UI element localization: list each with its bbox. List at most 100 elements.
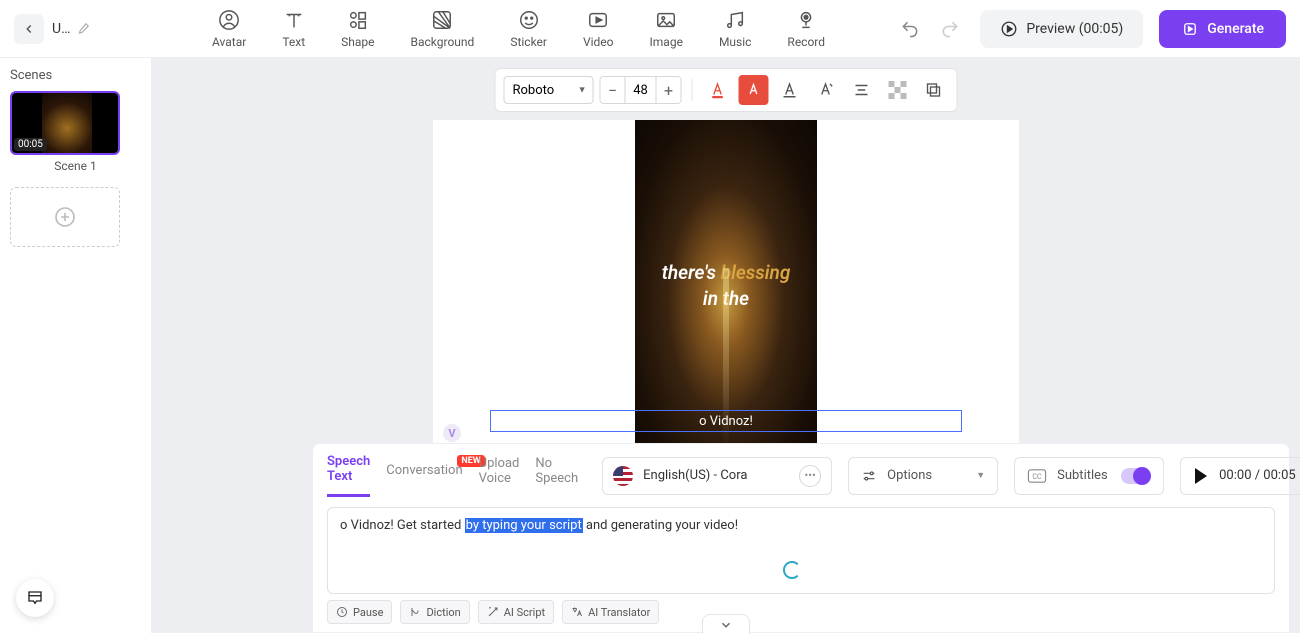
- tool-sticker[interactable]: Sticker: [510, 9, 547, 49]
- chevron-down-icon: ▼: [578, 85, 587, 96]
- collapse-handle[interactable]: [702, 614, 750, 634]
- tab-conversation[interactable]: Conversation NEW: [386, 463, 462, 488]
- layer-button[interactable]: [919, 75, 949, 105]
- generate-button[interactable]: Generate: [1159, 10, 1286, 48]
- layer-icon: [925, 81, 943, 99]
- chip-ai-script[interactable]: AI Script: [478, 600, 554, 624]
- font-select[interactable]: Roboto ▼: [504, 76, 594, 104]
- transparency-button[interactable]: [883, 75, 913, 105]
- tool-text[interactable]: Text: [282, 9, 305, 49]
- subtitles-toggle[interactable]: [1121, 468, 1151, 484]
- tool-label: Background: [411, 35, 475, 49]
- options-dropdown[interactable]: Options ▼: [848, 457, 998, 495]
- generate-icon: [1181, 20, 1199, 38]
- scenes-panel: Scenes 00:05 Scene 1: [0, 58, 152, 633]
- text-style1-button[interactable]: [775, 75, 805, 105]
- chevron-down-icon: ▼: [976, 470, 985, 481]
- caption-text: o Vidnoz!: [693, 414, 759, 429]
- tool-background[interactable]: Background: [411, 9, 475, 49]
- video-frame: there's blessing in the: [635, 120, 817, 448]
- chip-diction[interactable]: Diction: [400, 600, 469, 624]
- text-toolbar: Roboto ▼ − 48 +: [495, 68, 958, 112]
- text-color-icon: [709, 81, 727, 99]
- script-textarea[interactable]: o Vidnoz! Get started by typing your scr…: [327, 507, 1275, 594]
- align-button[interactable]: [847, 75, 877, 105]
- play-button[interactable]: [1195, 468, 1207, 484]
- text-color-button[interactable]: [703, 75, 733, 105]
- scene-thumbnail[interactable]: 00:05: [10, 91, 120, 155]
- chip-ai-translator[interactable]: AI Translator: [562, 600, 659, 624]
- voice-name: English(US) - Cora: [643, 468, 789, 483]
- tabs-row: Speech Text Conversation NEW Upload Voic…: [313, 444, 1289, 497]
- overlay-text: there's blessing in the: [635, 260, 817, 311]
- top-bar: U… Avatar Text Shape Background Sticker …: [0, 0, 1300, 58]
- decrease-size-button[interactable]: −: [601, 77, 625, 103]
- playtime: 00:00 / 00:05: [1219, 468, 1296, 483]
- script-highlight: by typing your script: [465, 518, 583, 533]
- font-name: Roboto: [513, 83, 555, 98]
- text-icon: [283, 9, 305, 31]
- divider: [692, 79, 693, 101]
- tool-strip: Avatar Text Shape Background Sticker Vid…: [212, 9, 825, 49]
- sticker-icon: [518, 9, 540, 31]
- record-icon: [795, 9, 817, 31]
- scene-thumbnail-image: [42, 93, 92, 155]
- main-area: Scenes 00:05 Scene 1 Roboto ▼ − 48 +: [0, 58, 1300, 633]
- scene-name: Scene 1: [10, 159, 141, 173]
- inbox-icon: [26, 589, 44, 607]
- font-size-value: 48: [625, 77, 657, 103]
- play-control: 00:00 / 00:05: [1180, 457, 1300, 495]
- image-icon: [655, 9, 677, 31]
- tool-music[interactable]: Music: [719, 9, 751, 49]
- back-button[interactable]: [14, 14, 44, 44]
- inbox-fab[interactable]: [16, 579, 54, 617]
- highlight-icon: [746, 82, 762, 98]
- pencil-icon[interactable]: [76, 22, 90, 36]
- tool-record[interactable]: Record: [787, 9, 825, 49]
- chip-row: Pause Diction AI Script AI Translator: [313, 594, 1289, 632]
- overlay-text-pre: there's: [662, 261, 721, 284]
- tool-label: Sticker: [510, 35, 547, 49]
- background-icon: [431, 9, 453, 31]
- scene-duration: 00:05: [14, 138, 47, 151]
- voice-selector[interactable]: English(US) - Cora •••: [602, 457, 832, 495]
- translate-icon: [571, 606, 583, 618]
- tool-label: Shape: [341, 35, 374, 49]
- tool-image[interactable]: Image: [650, 9, 683, 49]
- options-label: Options: [887, 468, 932, 483]
- caption-box[interactable]: o Vidnoz!: [490, 410, 962, 432]
- tool-label: Record: [787, 35, 825, 49]
- tool-video[interactable]: Video: [583, 9, 614, 49]
- tab-speech-text[interactable]: Speech Text: [327, 454, 370, 497]
- highlight-color-button[interactable]: [739, 75, 769, 105]
- generate-label: Generate: [1207, 21, 1264, 37]
- tool-label: Image: [650, 35, 683, 49]
- tool-label: Music: [719, 35, 751, 49]
- redo-icon[interactable]: [940, 19, 960, 39]
- scenes-heading: Scenes: [10, 68, 141, 83]
- tab-no-speech[interactable]: No Speech: [535, 456, 578, 496]
- canvas[interactable]: there's blessing in the V o Vidnoz!: [433, 120, 1019, 448]
- text-style2-button[interactable]: [811, 75, 841, 105]
- preview-button[interactable]: Preview (00:05): [980, 10, 1143, 48]
- tool-shape[interactable]: Shape: [341, 9, 374, 49]
- svg-text:CC: CC: [1033, 473, 1043, 481]
- flag-us-icon: [613, 466, 633, 486]
- tab-upload-voice[interactable]: Upload Voice: [479, 456, 520, 496]
- add-scene-button[interactable]: [10, 187, 120, 247]
- more-icon[interactable]: •••: [799, 465, 821, 487]
- tool-avatar[interactable]: Avatar: [212, 9, 246, 49]
- stage: Roboto ▼ − 48 +: [152, 58, 1300, 633]
- align-center-icon: [853, 81, 871, 99]
- undo-icon[interactable]: [900, 19, 920, 39]
- tool-label: Text: [282, 35, 305, 49]
- shape-icon: [347, 9, 369, 31]
- chip-pause[interactable]: Pause: [327, 600, 392, 624]
- text-clear-icon: [817, 81, 835, 99]
- wand-icon: [487, 606, 499, 618]
- loading-spinner-icon: [783, 561, 801, 579]
- increase-size-button[interactable]: +: [657, 77, 681, 103]
- text-outline-icon: [781, 81, 799, 99]
- sliders-icon: [861, 468, 877, 484]
- chevron-left-icon: [22, 22, 36, 36]
